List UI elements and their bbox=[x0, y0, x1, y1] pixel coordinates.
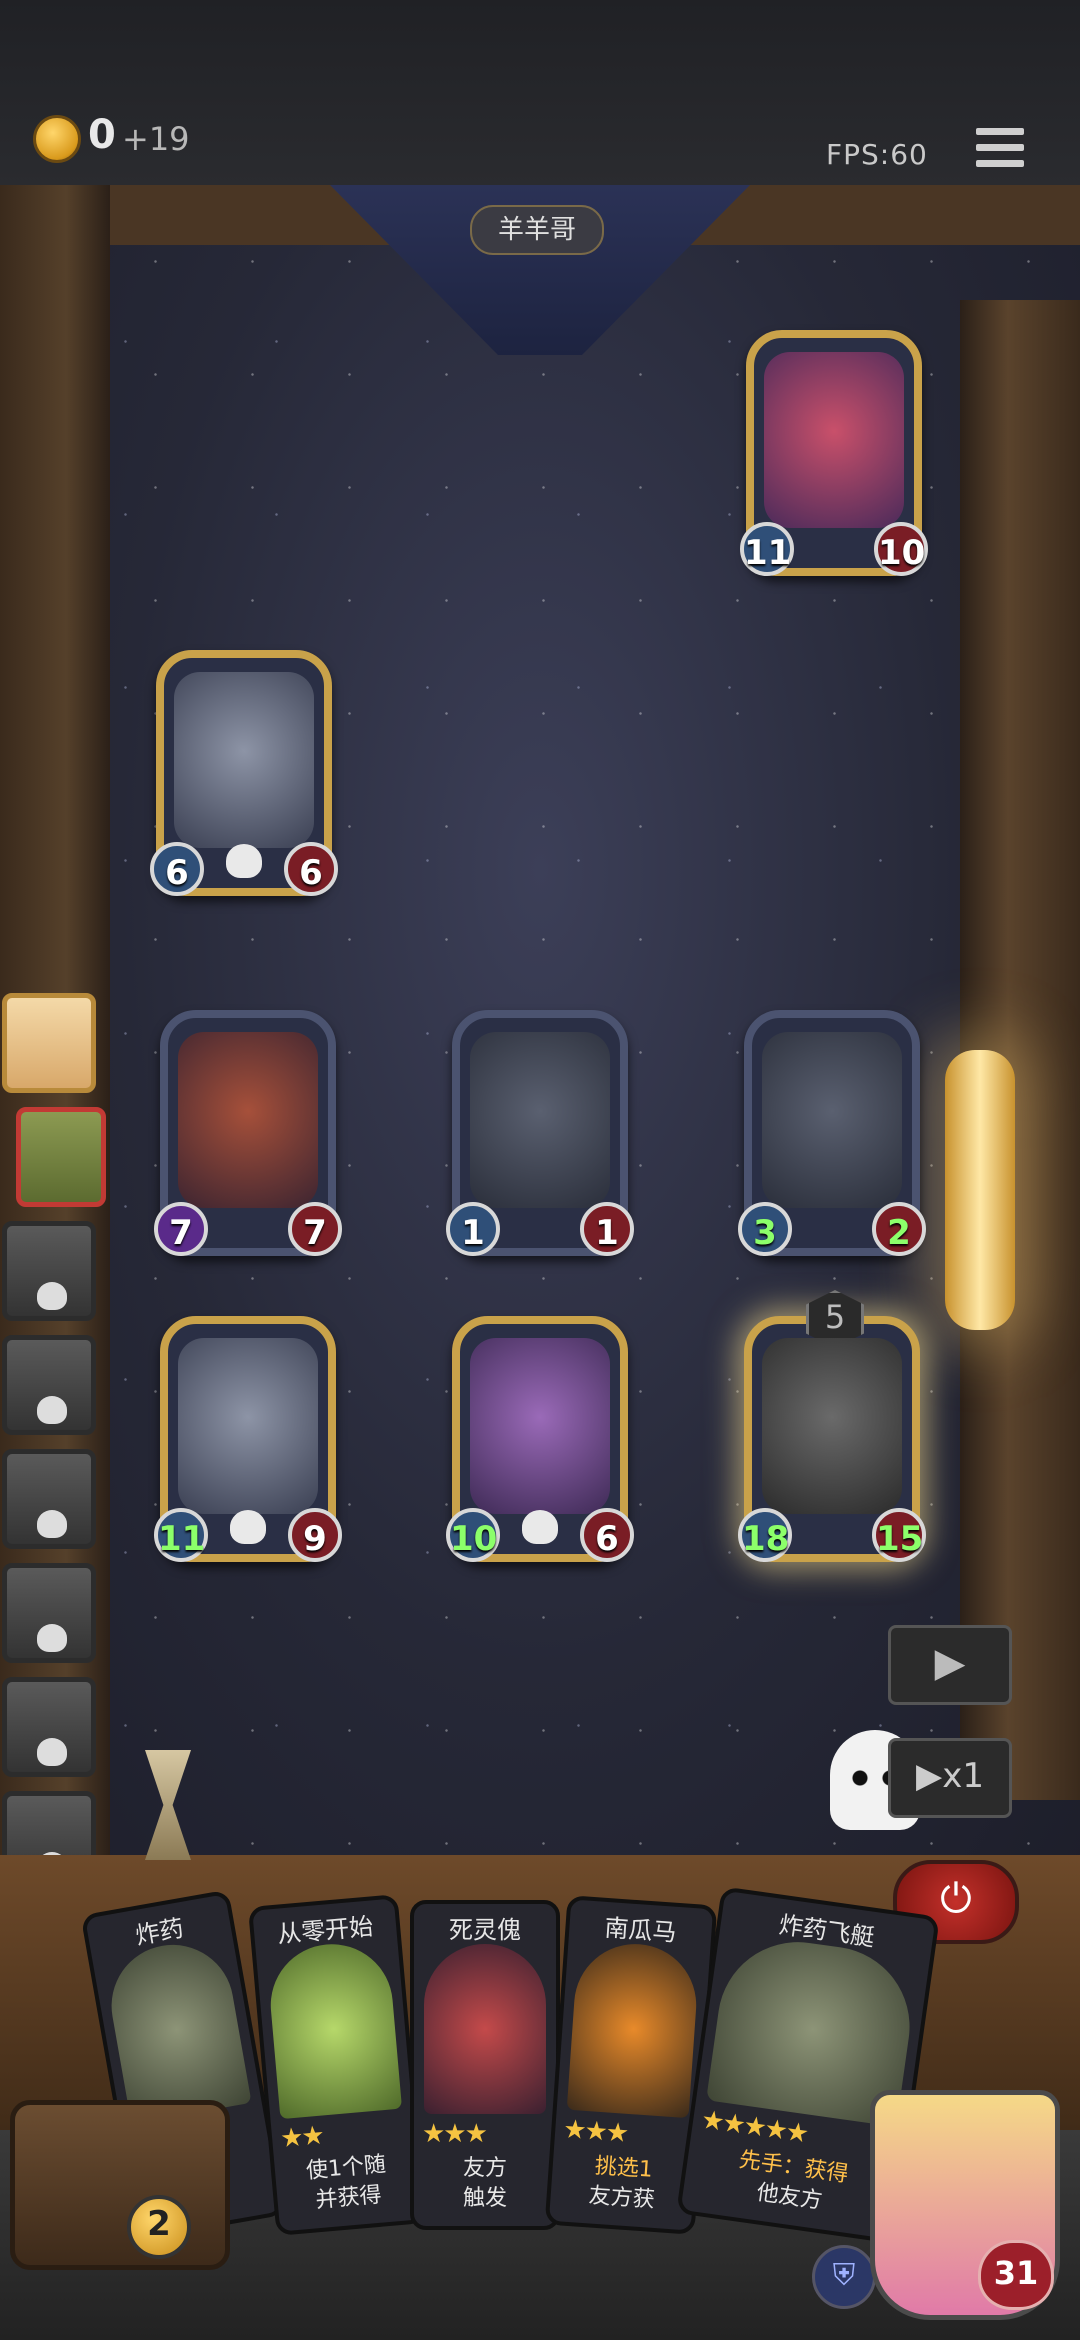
minion-hooded-assassin[interactable]: 7 7 bbox=[154, 1010, 342, 1256]
attack-stat: 18 bbox=[738, 1508, 792, 1562]
hand-card[interactable]: 死灵傀 ★★★ 友方 触发 bbox=[410, 1900, 560, 2230]
roster-eliminated-player[interactable] bbox=[2, 1449, 96, 1549]
card-art bbox=[566, 1940, 701, 2119]
roster-eliminated-player[interactable] bbox=[2, 1677, 96, 1777]
health-stat: 6 bbox=[284, 842, 338, 896]
skull-icon bbox=[37, 1510, 67, 1538]
roster-eliminated-player[interactable] bbox=[2, 1221, 96, 1321]
health-stat: 15 bbox=[872, 1508, 926, 1562]
health-stat: 1 bbox=[580, 1202, 634, 1256]
attack-stat: 10 bbox=[446, 1508, 500, 1562]
roster-eliminated-player[interactable] bbox=[2, 1563, 96, 1663]
roster-current-opponent[interactable] bbox=[16, 1107, 106, 1207]
attack-stat: 7 bbox=[154, 1202, 208, 1256]
opponent-roster bbox=[2, 993, 106, 1905]
card-stars: ★★★ bbox=[422, 2119, 488, 2149]
skull-icon bbox=[226, 844, 262, 878]
minion-shield-knight[interactable]: 5 18 15 bbox=[738, 1290, 926, 1562]
roster-eliminated-player[interactable] bbox=[2, 1335, 96, 1435]
minion-robot[interactable]: 11 9 bbox=[154, 1316, 342, 1562]
attack-stat: 3 bbox=[738, 1202, 792, 1256]
lamp bbox=[945, 1050, 1015, 1330]
health-stat: 6 bbox=[580, 1508, 634, 1562]
minion-airship[interactable]: 10 6 bbox=[446, 1316, 634, 1562]
minion-robot[interactable]: 6 6 bbox=[150, 650, 338, 896]
skull-icon bbox=[37, 1624, 67, 1652]
card-description: 先手：获得 他友方 bbox=[737, 2147, 850, 2215]
skull-icon bbox=[37, 1396, 67, 1424]
player-health: 31 bbox=[978, 2240, 1054, 2310]
minion-cat[interactable]: 1 1 bbox=[446, 1010, 634, 1256]
coin-counter: 2 bbox=[127, 2195, 191, 2259]
health-stat: 7 bbox=[288, 1202, 342, 1256]
card-art bbox=[101, 1935, 252, 2124]
card-stars: ★★ bbox=[278, 2120, 325, 2155]
gold-coin-icon bbox=[33, 115, 81, 163]
play-button[interactable]: ▶ bbox=[888, 1625, 1012, 1705]
health-stat: 10 bbox=[874, 522, 928, 576]
attack-stat: 11 bbox=[740, 522, 794, 576]
minion-clown[interactable]: 11 10 bbox=[740, 330, 928, 576]
card-name: 死灵傀 bbox=[449, 1916, 521, 1944]
shield-icon[interactable]: ⛨ bbox=[812, 2245, 876, 2309]
opponent-name: 羊羊哥 bbox=[470, 205, 604, 255]
health-stat: 9 bbox=[288, 1508, 342, 1562]
card-description: 挑选1 友方获 bbox=[587, 2153, 656, 2213]
speed-button[interactable]: ▶x1 bbox=[888, 1738, 1012, 1818]
gold-amount: 0 bbox=[88, 112, 116, 158]
card-art bbox=[424, 1944, 546, 2114]
gold-income: +19 bbox=[122, 120, 190, 158]
card-stars: ★★★ bbox=[562, 2114, 629, 2149]
card-description: 友方 触发 bbox=[462, 2156, 507, 2211]
skull-icon bbox=[230, 1510, 266, 1544]
minion-cat[interactable]: 3 2 bbox=[738, 1010, 926, 1256]
skull-icon bbox=[37, 1282, 67, 1310]
hand-card[interactable]: 从零开始 ★★ 使1个随 并获得 bbox=[247, 1894, 427, 2236]
skull-icon bbox=[522, 1510, 558, 1544]
attack-stat: 1 bbox=[446, 1202, 500, 1256]
card-art bbox=[265, 1939, 403, 2120]
health-stat: 2 bbox=[872, 1202, 926, 1256]
fps-counter: FPS:60 bbox=[826, 138, 928, 171]
menu-icon[interactable] bbox=[976, 128, 1024, 172]
attack-stat: 6 bbox=[150, 842, 204, 896]
roster-player-portrait[interactable] bbox=[2, 993, 96, 1093]
skull-icon bbox=[37, 1738, 67, 1766]
card-description: 使1个随 并获得 bbox=[305, 2152, 387, 2214]
attack-stat: 11 bbox=[154, 1508, 208, 1562]
treasure-chest[interactable] bbox=[10, 2100, 230, 2270]
